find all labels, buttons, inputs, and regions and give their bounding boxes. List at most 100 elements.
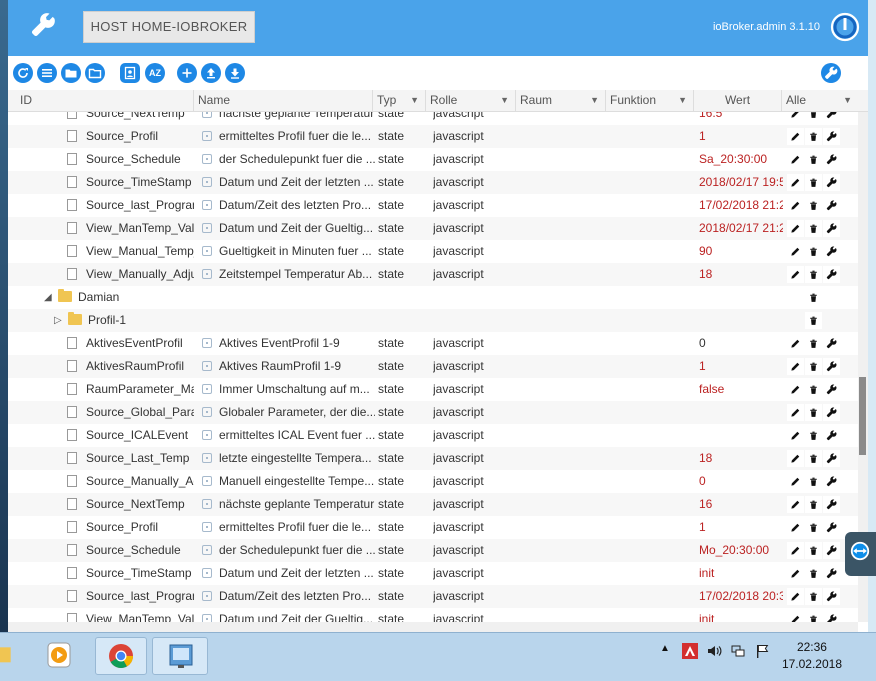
- row-wert[interactable]: 1: [699, 516, 783, 539]
- delete-icon[interactable]: [805, 312, 822, 329]
- folder-open-icon[interactable]: [85, 63, 105, 83]
- table-row[interactable]: Source_Profil ermitteltes Profil fuer die…: [8, 516, 858, 539]
- column-header-id[interactable]: ID: [16, 90, 194, 111]
- wrench-icon[interactable]: [823, 243, 840, 260]
- delete-icon[interactable]: [805, 112, 822, 122]
- delete-icon[interactable]: [805, 174, 822, 191]
- wrench-icon[interactable]: [823, 496, 840, 513]
- table-row[interactable]: RaumParameter_Mai Immer Umschaltung auf m…: [8, 378, 858, 401]
- wrench-logo-icon[interactable]: [30, 12, 60, 42]
- wrench-icon[interactable]: [823, 542, 840, 559]
- edit-icon[interactable]: [787, 335, 804, 352]
- column-header-raum[interactable]: Raum ▼: [516, 90, 606, 111]
- row-wert[interactable]: 2018/02/17 21:2: [699, 217, 783, 240]
- edit-icon[interactable]: [787, 588, 804, 605]
- delete-icon[interactable]: [805, 496, 822, 513]
- table-row[interactable]: AktivesEventProfil Aktives EventProfil 1-…: [8, 332, 858, 355]
- delete-icon[interactable]: [805, 289, 822, 306]
- edit-icon[interactable]: [787, 197, 804, 214]
- table-row[interactable]: AktivesRaumProfil Aktives RaumProfil 1-9 s…: [8, 355, 858, 378]
- scrollbar-thumb[interactable]: [859, 377, 866, 455]
- wrench-icon[interactable]: [823, 404, 840, 421]
- edit-icon[interactable]: [787, 542, 804, 559]
- table-row[interactable]: View_Manually_Adju Zeitstempel Temperatur…: [8, 263, 858, 286]
- row-wert[interactable]: 18: [699, 447, 783, 470]
- row-wert[interactable]: 90: [699, 240, 783, 263]
- delete-icon[interactable]: [805, 243, 822, 260]
- column-header-rolle[interactable]: Rolle ▼: [426, 90, 516, 111]
- edit-icon[interactable]: [787, 266, 804, 283]
- wrench-icon[interactable]: [823, 128, 840, 145]
- delete-icon[interactable]: [805, 542, 822, 559]
- row-wert[interactable]: init: [699, 608, 783, 622]
- row-wert[interactable]: 18: [699, 263, 783, 286]
- delete-icon[interactable]: [805, 220, 822, 237]
- row-wert[interactable]: false: [699, 378, 783, 401]
- table-row[interactable]: View_Manual_Temp_ Gueltigkeit in Minuten …: [8, 240, 858, 263]
- delete-icon[interactable]: [805, 266, 822, 283]
- wrench-icon[interactable]: [823, 473, 840, 490]
- download-icon[interactable]: [225, 63, 245, 83]
- edit-icon[interactable]: [787, 473, 804, 490]
- horizontal-scrollbar[interactable]: [8, 622, 858, 632]
- host-button[interactable]: HOST HOME-IOBROKER: [83, 11, 255, 43]
- teamviewer-panel-tab[interactable]: [845, 532, 876, 576]
- wrench-icon[interactable]: [823, 266, 840, 283]
- edit-icon[interactable]: [787, 381, 804, 398]
- flag-icon[interactable]: [754, 643, 770, 662]
- row-wert[interactable]: 17/02/2018 21:2: [699, 194, 783, 217]
- row-wert[interactable]: Sa_20:30:00: [699, 148, 783, 171]
- edit-icon[interactable]: [787, 450, 804, 467]
- power-icon[interactable]: [830, 12, 860, 42]
- edit-icon[interactable]: [787, 220, 804, 237]
- wrench-icon[interactable]: [823, 588, 840, 605]
- table-row[interactable]: Source_TimeStamp Datum und Zeit der letzt…: [8, 562, 858, 585]
- table-row[interactable]: View_ManTemp_Vali Datum und Zeit der Guel…: [8, 608, 858, 622]
- wrench-icon[interactable]: [823, 174, 840, 191]
- refresh-icon[interactable]: [13, 63, 33, 83]
- delete-icon[interactable]: [805, 427, 822, 444]
- upload-icon[interactable]: [201, 63, 221, 83]
- table-row[interactable]: Source_NextTemp nächste geplante Temperat…: [8, 112, 858, 125]
- row-wert[interactable]: [699, 424, 783, 447]
- table-row[interactable]: Source_last_Program Datum/Zeit des letzte…: [8, 585, 858, 608]
- delete-icon[interactable]: [805, 588, 822, 605]
- table-row[interactable]: Source_NextTemp nächste geplante Temperat…: [8, 493, 858, 516]
- edit-icon[interactable]: [787, 565, 804, 582]
- table-row[interactable]: Source_Profil ermitteltes Profil fuer die…: [8, 125, 858, 148]
- folder-icon[interactable]: [61, 63, 81, 83]
- delete-icon[interactable]: [805, 151, 822, 168]
- column-header-funktion[interactable]: Funktion ▼: [606, 90, 694, 111]
- edit-icon[interactable]: [787, 151, 804, 168]
- wrench-icon[interactable]: [823, 358, 840, 375]
- edit-icon[interactable]: [787, 427, 804, 444]
- table-row[interactable]: Source_Global_Parar Globaler Parameter, d…: [8, 401, 858, 424]
- column-header-name[interactable]: Name: [194, 90, 373, 111]
- folder-row[interactable]: ▷ Profil-1: [8, 309, 858, 332]
- sort-az-icon[interactable]: AZ: [145, 63, 165, 83]
- folder-row[interactable]: ◢ Damian: [8, 286, 858, 309]
- row-wert[interactable]: 16.5: [699, 112, 783, 125]
- contacts-icon[interactable]: [120, 63, 140, 83]
- table-row[interactable]: View_ManTemp_Vali Datum und Zeit der Guel…: [8, 217, 858, 240]
- delete-icon[interactable]: [805, 335, 822, 352]
- wrench-icon[interactable]: [823, 335, 840, 352]
- show-hidden-icons[interactable]: ▲: [660, 643, 670, 654]
- table-row[interactable]: Source_last_Program Datum/Zeit des letzte…: [8, 194, 858, 217]
- delete-icon[interactable]: [805, 404, 822, 421]
- wrench-icon[interactable]: [823, 112, 840, 122]
- row-wert[interactable]: Mo_20:30:00: [699, 539, 783, 562]
- chrome-icon[interactable]: [95, 637, 147, 675]
- table-row[interactable]: Source_Manually_Adj Manuell eingestellte …: [8, 470, 858, 493]
- column-header-wert[interactable]: Wert: [694, 90, 782, 111]
- delete-icon[interactable]: [805, 611, 822, 622]
- wrench-icon[interactable]: [823, 220, 840, 237]
- table-row[interactable]: Source_Last_Temp letzte eingestellte Temp…: [8, 447, 858, 470]
- delete-icon[interactable]: [805, 519, 822, 536]
- edit-icon[interactable]: [787, 358, 804, 375]
- delete-icon[interactable]: [805, 197, 822, 214]
- wrench-icon[interactable]: [823, 427, 840, 444]
- wrench-icon[interactable]: [823, 611, 840, 622]
- row-wert[interactable]: init: [699, 562, 783, 585]
- row-wert[interactable]: 0: [699, 332, 783, 355]
